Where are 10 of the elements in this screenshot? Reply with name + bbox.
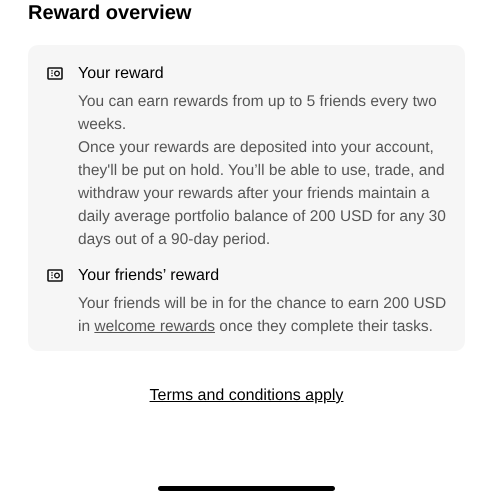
banknote-icon xyxy=(47,67,63,80)
section-heading: Your reward xyxy=(78,64,164,84)
section-heading: Your friends’ reward xyxy=(78,266,220,286)
section-text: Your friends will be in for the chance to earn 200 USD in welcome rewards once they complete their tasks. xyxy=(78,294,448,337)
welcome-rewards-link[interactable]: welcome rewards xyxy=(94,318,215,335)
terms-link[interactable]: Terms and conditions apply xyxy=(150,385,344,407)
section-text: Once your rewards are deposited into your account, they'll be put on hold. You’ll be able to use, trade, and withdraw your rewards after your friends maintain a daily average portfolio balance of 200 USD for any 30 days out of a 90-day period. xyxy=(78,138,447,250)
page-title: Reward overview xyxy=(28,1,192,26)
section-text: You can earn rewards from up to 5 friends every two weeks. xyxy=(78,92,438,135)
banknote-icon xyxy=(47,269,63,282)
